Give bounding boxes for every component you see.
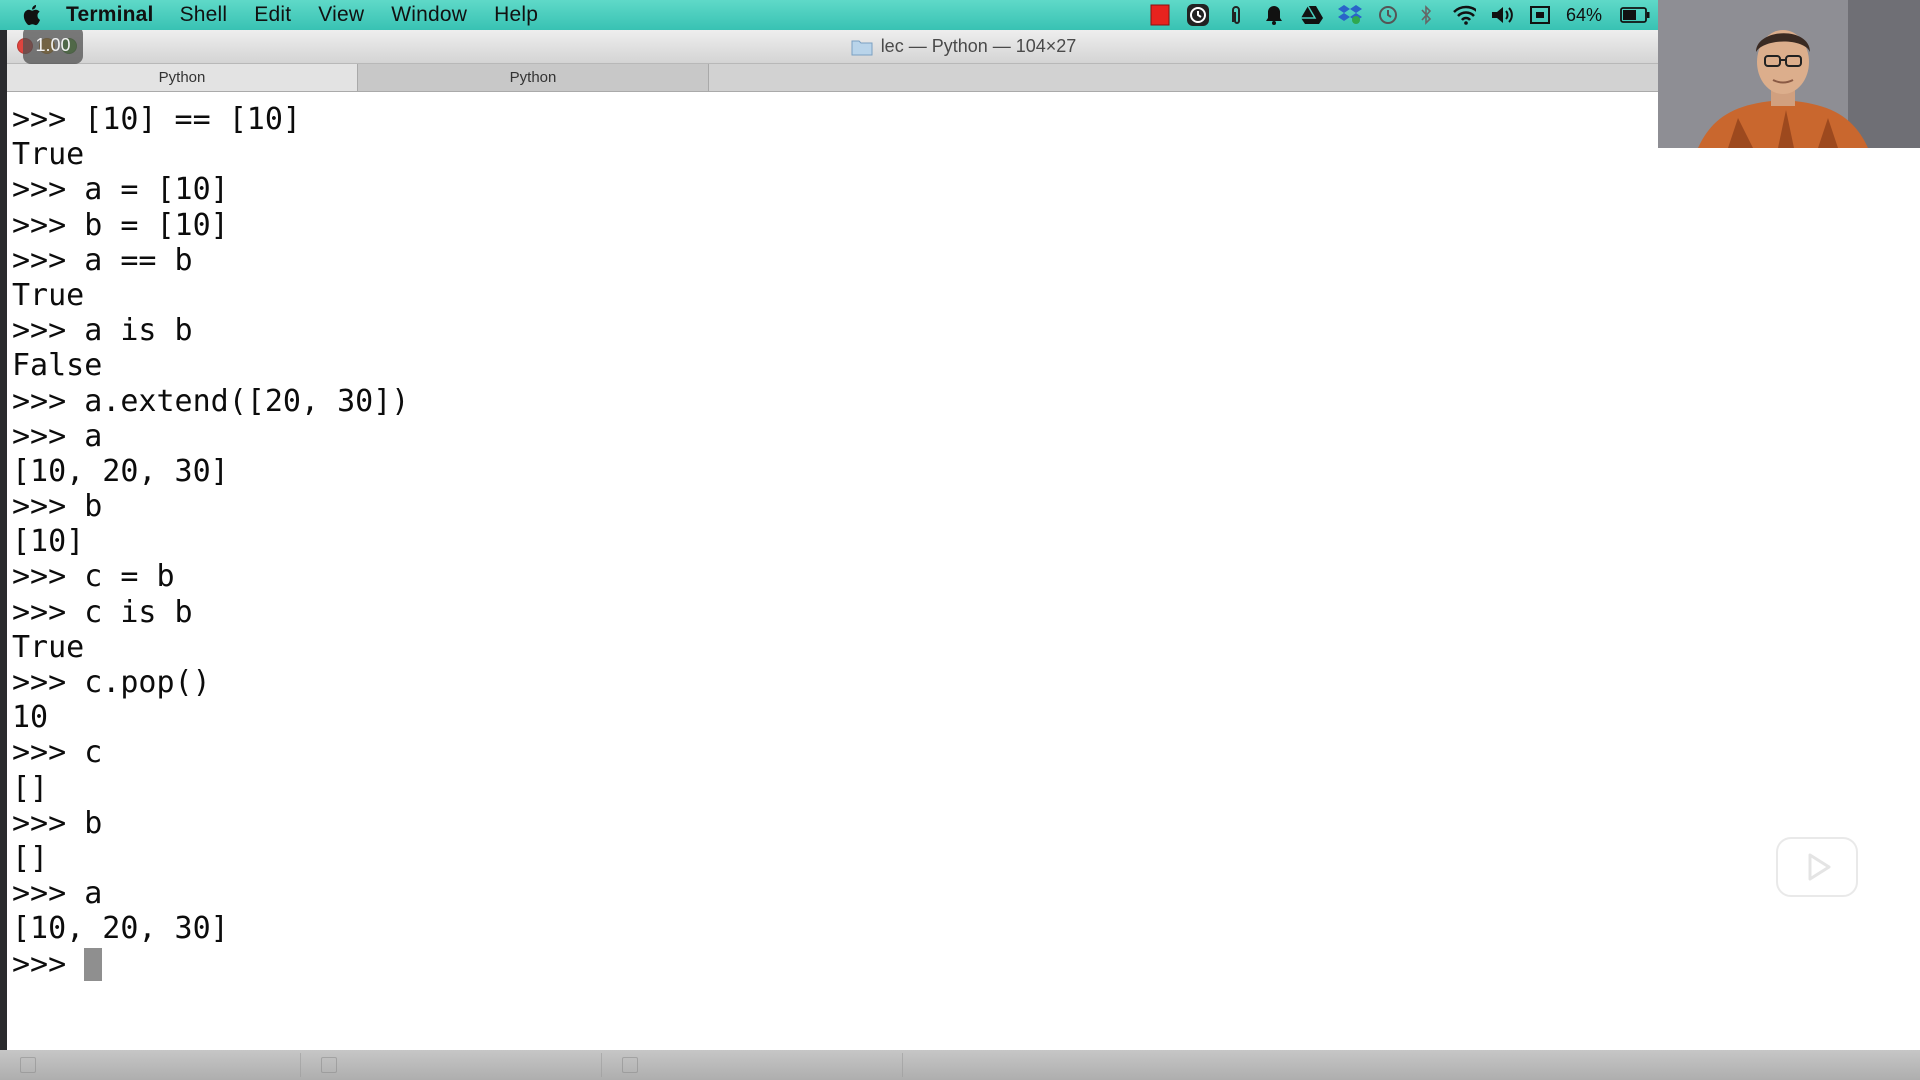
terminal-line: >>> c (12, 735, 103, 771)
terminal-line: >>> a == b (12, 242, 193, 278)
tab-bar: Python Python (7, 64, 1920, 92)
presenter-video-icon (1658, 0, 1920, 148)
window-title-text: lec — Python — 104×27 (880, 36, 1077, 56)
player-logo-icon (1774, 822, 1860, 900)
terminal-line: >>> c = b (12, 559, 175, 595)
battery-icon[interactable] (1620, 3, 1650, 27)
menubar: Terminal Shell Edit View Window Help 64% (0, 0, 1920, 30)
menu-edit[interactable]: Edit (254, 3, 291, 27)
menu-shell[interactable]: Shell (180, 3, 228, 27)
clock-badge-icon[interactable] (1186, 3, 1210, 27)
terminal-line: False (12, 348, 103, 384)
terminal-line: >>> c.pop() (12, 665, 211, 700)
prompt: >>> (12, 946, 85, 982)
file-icon (622, 1057, 638, 1073)
terminal-line: >>> [10] == [10] (12, 102, 301, 137)
dock-item[interactable] (622, 1053, 903, 1077)
battery-percent: 64% (1565, 4, 1602, 25)
apple-menu-icon[interactable] (18, 3, 48, 27)
terminal-line: >>> b (12, 805, 103, 841)
terminal-line: >>> a = [10] (12, 172, 229, 208)
text-cursor (84, 947, 103, 981)
status-area: 64% (1148, 0, 1650, 30)
screen: Terminal Shell Edit View Window Help 64%… (0, 0, 1920, 1080)
terminal-line: >>> a (12, 418, 103, 454)
window-titlebar[interactable]: 1.00 lec — Python — 104×27 (7, 30, 1920, 64)
file-icon (20, 1057, 36, 1073)
terminal-line: >>> c is b (12, 594, 193, 630)
terminal-line: [] (12, 840, 49, 876)
terminal-line: 10 (12, 700, 49, 736)
display-icon[interactable] (1528, 3, 1552, 27)
folder-icon (851, 38, 873, 56)
terminal-line: >>> a.extend([20, 30]) (12, 383, 410, 419)
active-prompt-row[interactable]: >>> (12, 947, 1913, 982)
terminal-line: True (12, 137, 85, 173)
menu-view[interactable]: View (318, 3, 364, 27)
stop-icon[interactable] (1148, 3, 1172, 27)
terminal-line: >>> a is b (12, 313, 193, 349)
terminal-window: 1.00 lec — Python — 104×27 Python Python… (7, 30, 1920, 1050)
menu-window[interactable]: Window (391, 3, 467, 27)
paperclip-icon[interactable] (1224, 3, 1248, 27)
terminal-line: >>> b = [10] (12, 207, 229, 243)
tab-python-2[interactable]: Python (358, 64, 709, 91)
wifi-icon[interactable] (1452, 3, 1476, 27)
terminal-output[interactable]: >>> [10] == [10] True >>> a = [10] >>> b… (7, 92, 1913, 1050)
dock-item[interactable] (321, 1053, 602, 1077)
terminal-line: [] (12, 770, 49, 806)
tab-python-1[interactable]: Python (7, 64, 358, 91)
terminal-line: >>> a (12, 876, 103, 912)
menu-help[interactable]: Help (494, 3, 538, 27)
window-title: lec — Python — 104×27 (851, 36, 1077, 57)
bluetooth-icon[interactable] (1414, 3, 1438, 27)
dock-strip (0, 1050, 1920, 1080)
terminal-line: [10, 20, 30] (12, 911, 229, 947)
menu-app-terminal[interactable]: Terminal (66, 3, 154, 27)
terminal-line: >>> b (12, 489, 103, 525)
dropbox-icon[interactable] (1337, 3, 1362, 27)
dock-item[interactable] (20, 1053, 301, 1077)
playback-speed-badge: 1.00 (23, 30, 83, 64)
drive-icon[interactable] (1300, 3, 1324, 27)
terminal-line: [10] (12, 524, 85, 560)
webcam-overlay (1658, 0, 1920, 148)
bell-icon[interactable] (1262, 3, 1286, 27)
time-machine-icon[interactable] (1376, 3, 1400, 27)
file-icon (321, 1057, 337, 1073)
volume-icon[interactable] (1490, 3, 1514, 27)
terminal-line: [10, 20, 30] (12, 453, 229, 489)
terminal-line: True (12, 277, 85, 313)
terminal-line: True (12, 629, 85, 665)
